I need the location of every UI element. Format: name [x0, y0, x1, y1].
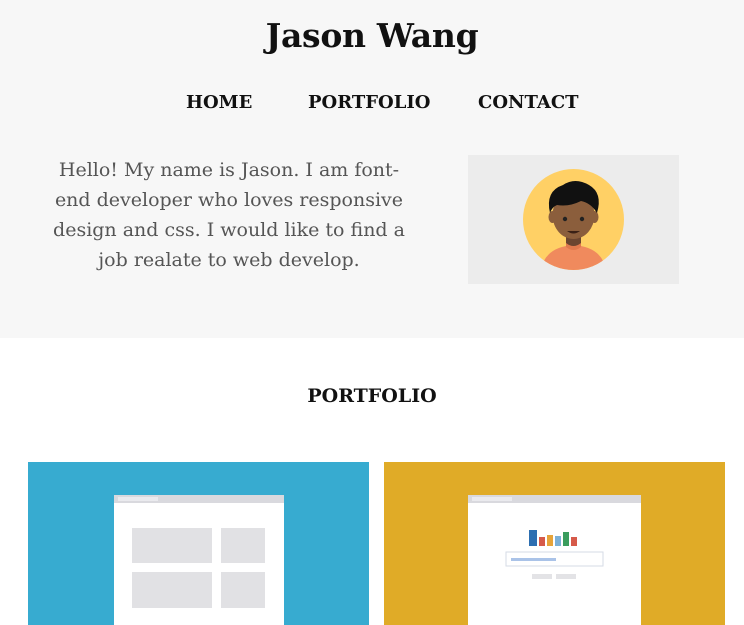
nav-contact-link[interactable]: CONTACT: [478, 92, 579, 113]
nav-portfolio-link[interactable]: PORTFOLIO: [308, 92, 430, 113]
wireframe-layout-icon: [114, 495, 284, 625]
main-nav: HOME PORTFOLIO CONTACT: [0, 92, 744, 118]
site-title: Jason Wang: [265, 16, 479, 55]
intro-text: Hello! My name is Jason. I am font-end d…: [53, 159, 405, 271]
portfolio-card-1[interactable]: [28, 462, 369, 625]
hero-section: Jason Wang HOME PORTFOLIO CONTACT Hello!…: [0, 0, 744, 338]
portfolio-card-2[interactable]: [384, 462, 725, 625]
nav-home-link[interactable]: HOME: [186, 92, 252, 113]
avatar-icon: [523, 169, 624, 270]
bar-chart-dashboard-icon: [468, 495, 641, 625]
avatar-frame: [468, 155, 679, 284]
portfolio-heading: PORTFOLIO: [307, 385, 437, 407]
